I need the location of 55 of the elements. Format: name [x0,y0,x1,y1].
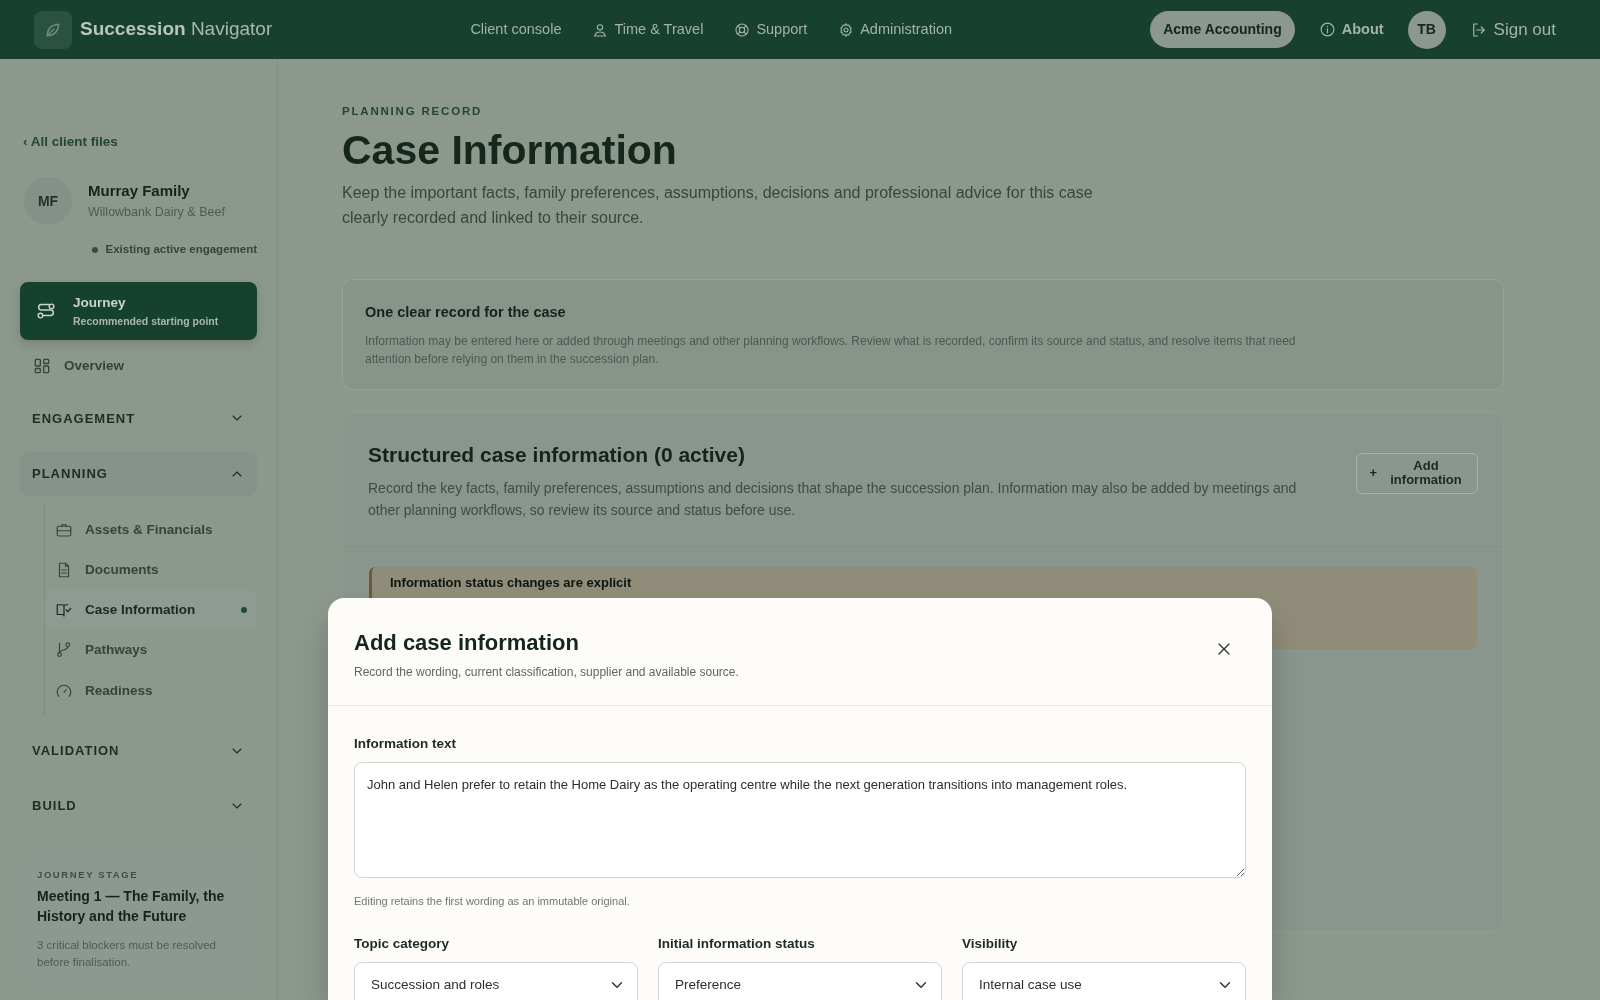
stage-note: 3 critical blockers must be resolved before finalisation. [37,937,217,970]
overview-link[interactable]: Overview [20,348,257,385]
field-label: Visibility [962,934,1019,953]
field-label: Information text [354,735,457,753]
field-label: Topic category [354,934,451,953]
modal-subtitle: Record the wording, current classification, supplier and available source. [354,664,739,681]
section-toggle[interactable]: BUILD [20,784,257,828]
select-field[interactable]: Internal case use [962,962,1246,1000]
branch-icon [55,641,73,660]
section-toggle[interactable]: PLANNING [20,452,257,496]
info-icon [1318,21,1336,38]
engagement-status: Existing active engagement [105,242,257,257]
nav-link[interactable]: Client console [470,18,562,41]
add-information-button[interactable]: + Add information [1356,452,1478,494]
section-title: Structured case information (0 active) [368,441,746,468]
stage-label: JOURNEY STAGE [37,867,140,882]
section-toggle[interactable]: ENGAGEMENT [20,396,257,440]
client-name: Murray Family [88,181,191,202]
client-avatar: MF [24,177,72,225]
information-text-field[interactable]: John and Helen prefer to retain the Home Dairy as the operating centre while the next generation transitions into management roles. [354,762,1246,879]
logo-icon [34,10,72,49]
about-link[interactable]: About [1318,18,1384,41]
select-field[interactable]: Succession and roles [354,962,638,1000]
page-title: Case Information [342,126,678,176]
section-toggle[interactable]: VALIDATION [20,728,257,773]
field-label: Initial information status [658,934,816,953]
sign-out-link[interactable]: Sign out [1469,16,1556,43]
organisation-button[interactable]: Acme Accounting [1150,11,1295,48]
gear-icon [838,21,855,38]
sidebar-item[interactable]: Readiness [45,670,257,711]
sidebar-item[interactable]: Case Information [45,590,257,631]
card-title: One clear record for the case [365,303,567,323]
lifebuoy-icon [734,21,751,38]
stage-title: Meeting 1 — The Family, the History and the Future [37,887,226,927]
sidebar-item[interactable]: Pathways [45,630,257,671]
section-text: Record the key facts, family preferences, assumptions and decisions that shape the succession plan. Information may also be added by meetings and other planning workflows, so review its source and status before use. [368,479,1298,521]
intro-text: Keep the important facts, family preferences, assumptions, decisions and professional advice for this case clearly recorded and linked to their source. [342,183,1094,229]
client-business: Willowbank Dairy & Beef [88,203,225,221]
nav-link[interactable]: Administration [838,18,953,41]
status-dot [91,246,98,253]
help-text: Editing retains the first wording as an immutable original. [354,894,631,910]
brand-name: Succession Navigator [80,17,273,42]
callout-title: Information status changes are explicit [390,574,633,591]
sidebar-item[interactable]: Assets & Financials [45,509,257,550]
back-link[interactable]: ‹ All client files [23,134,118,149]
person-icon [592,21,609,38]
user-avatar[interactable]: TB [1407,10,1446,49]
nav-link[interactable]: Support [734,18,808,41]
nav-link[interactable]: Time & Travel [592,18,704,41]
journey-button[interactable]: Journey Recommended starting point [20,282,257,341]
active-dot [241,607,247,614]
select-field[interactable]: Preference [658,962,942,1000]
sidebar-item[interactable]: Documents [45,549,257,590]
modal-title: Add case information [354,629,580,657]
eyebrow-label: PLANNING RECORD [342,104,484,119]
